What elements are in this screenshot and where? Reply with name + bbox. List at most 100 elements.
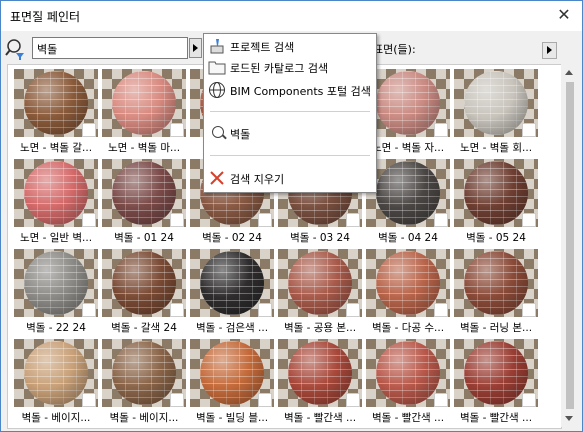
material-badge	[522, 213, 536, 227]
material-sphere	[376, 161, 440, 225]
menu-item-recent-search[interactable]: 벽돌	[204, 123, 376, 143]
material-preview	[190, 339, 274, 407]
material-preview	[454, 249, 538, 317]
surface-painter-window: 표면질 페인터 ✕ 벽돌 표면(들): 노면 - 벽돌 갈... 노면 - 벽돌 …	[0, 0, 583, 432]
material-tile[interactable]: 벽돌 - 갈색 24	[102, 249, 186, 337]
material-tile[interactable]: 벽돌 - 04 24	[366, 159, 450, 247]
material-preview	[366, 339, 450, 407]
material-sphere	[24, 71, 88, 135]
material-label: 벽돌 - 빨간색 ...	[371, 412, 445, 424]
material-label: 벽돌 - 다공 수...	[371, 322, 445, 334]
material-label: 벽돌 - 러닝 본...	[459, 322, 533, 334]
material-badge	[170, 303, 184, 317]
material-tile[interactable]: 벽돌 - 베이지...	[14, 339, 98, 427]
material-preview	[366, 249, 450, 317]
material-label: 벽돌 - 빌딩 블...	[195, 412, 269, 424]
material-tile[interactable]: 벽돌 - 베이지...	[102, 339, 186, 427]
material-badge	[522, 303, 536, 317]
material-preview	[14, 339, 98, 407]
material-tile[interactable]: 노면 - 벽돌 자...	[366, 69, 450, 157]
material-preview	[102, 249, 186, 317]
material-tile[interactable]: 벽돌 - 22 24	[14, 249, 98, 337]
material-sphere	[376, 341, 440, 405]
search-filter-icon[interactable]	[5, 37, 27, 61]
search-input[interactable]: 벽돌	[32, 37, 188, 59]
material-tile[interactable]: 벽돌 - 05 24	[454, 159, 538, 247]
material-tile[interactable]: 벽돌 - 빨간색 ...	[454, 339, 538, 427]
menu-separator	[210, 111, 370, 112]
material-badge	[82, 303, 96, 317]
material-tile[interactable]: 벽돌 - 다공 수...	[366, 249, 450, 337]
material-tile[interactable]: 벽돌 - 빨간색 ...	[278, 339, 362, 427]
scroll-thumb[interactable]	[566, 82, 574, 409]
material-badge	[170, 123, 184, 137]
material-label: 벽돌 - 04 24	[378, 232, 438, 244]
menu-item-search-project[interactable]: 프로젝트 검색	[204, 36, 376, 56]
material-sphere	[200, 341, 264, 405]
material-badge	[522, 123, 536, 137]
search-dropdown-menu: 프로젝트 검색 로드된 카탈로그 검색 BIM Components 포털 검색…	[203, 33, 377, 193]
close-button[interactable]: ✕	[552, 3, 576, 27]
material-sphere	[288, 251, 352, 315]
material-tile[interactable]: 노면 - 벽돌 마...	[102, 69, 186, 157]
material-tile[interactable]: 벽돌 - 01 24	[102, 159, 186, 247]
material-label: 벽돌 - 03 24	[290, 232, 350, 244]
material-badge	[258, 303, 272, 317]
material-sphere	[112, 341, 176, 405]
material-tile[interactable]: 노면 - 일반 벽...	[14, 159, 98, 247]
material-sphere	[112, 71, 176, 135]
material-label: 노면 - 벽돌 회...	[459, 142, 533, 154]
material-label: 벽돌 - 빨간색 ...	[283, 412, 357, 424]
window-title: 표면질 페인터	[10, 10, 81, 24]
title-bar: 표면질 페인터 ✕	[1, 1, 582, 31]
material-label: 벽돌 - 22 24	[26, 322, 86, 334]
menu-item-search-bim-portal[interactable]: BIM Components 포털 검색	[204, 80, 376, 100]
search-options-button[interactable]	[189, 38, 202, 58]
material-label: 노면 - 벽돌 마...	[107, 142, 181, 154]
material-badge	[434, 123, 448, 137]
material-sphere	[464, 341, 528, 405]
scroll-up-button[interactable]	[561, 64, 578, 81]
material-badge	[82, 213, 96, 227]
material-badge	[346, 303, 360, 317]
material-tile[interactable]: 벽돌 - 공용 본...	[278, 249, 362, 337]
material-tile[interactable]: 노면 - 벽돌 갈...	[14, 69, 98, 157]
menu-item-search-catalog[interactable]: 로드된 카탈로그 검색	[204, 57, 376, 77]
menu-item-clear-search[interactable]: 검색 지우기	[204, 168, 376, 188]
search-input-value: 벽돌	[37, 43, 58, 56]
material-badge	[346, 213, 360, 227]
material-tile[interactable]: 노면 - 벽돌 회...	[454, 69, 538, 157]
material-preview	[278, 339, 362, 407]
material-label: 벽돌 - 베이지...	[21, 412, 91, 424]
material-label: 벽돌 - 검은색 ...	[195, 322, 269, 334]
material-label: 노면 - 벽돌 갈...	[19, 142, 93, 154]
material-badge	[258, 393, 272, 407]
material-sphere	[376, 251, 440, 315]
menu-item-label: 벽돌	[230, 128, 251, 141]
material-preview	[14, 69, 98, 137]
material-preview	[454, 69, 538, 137]
expand-button[interactable]	[542, 42, 557, 59]
menu-separator	[210, 155, 370, 156]
material-badge	[170, 213, 184, 227]
material-sphere	[24, 161, 88, 225]
material-label: 벽돌 - 갈색 24	[111, 322, 177, 334]
material-preview	[102, 69, 186, 137]
material-sphere	[464, 251, 528, 315]
folder-icon	[208, 58, 226, 76]
material-tile[interactable]: 벽돌 - 빨간색 ...	[366, 339, 450, 427]
material-badge	[258, 213, 272, 227]
material-tile[interactable]: 벽돌 - 러닝 본...	[454, 249, 538, 337]
material-sphere	[376, 71, 440, 135]
material-tile[interactable]: 벽돌 - 빌딩 블...	[190, 339, 274, 427]
scroll-down-button[interactable]	[561, 410, 578, 427]
material-badge	[170, 393, 184, 407]
material-badge	[346, 393, 360, 407]
clear-icon	[208, 169, 226, 187]
vertical-scrollbar[interactable]	[561, 64, 578, 427]
material-tile[interactable]: 벽돌 - 검은색 ...	[190, 249, 274, 337]
material-sphere	[112, 161, 176, 225]
material-label: 벽돌 - 02 24	[202, 232, 262, 244]
material-label: 벽돌 - 빨간색 ...	[459, 412, 533, 424]
material-preview	[102, 159, 186, 227]
